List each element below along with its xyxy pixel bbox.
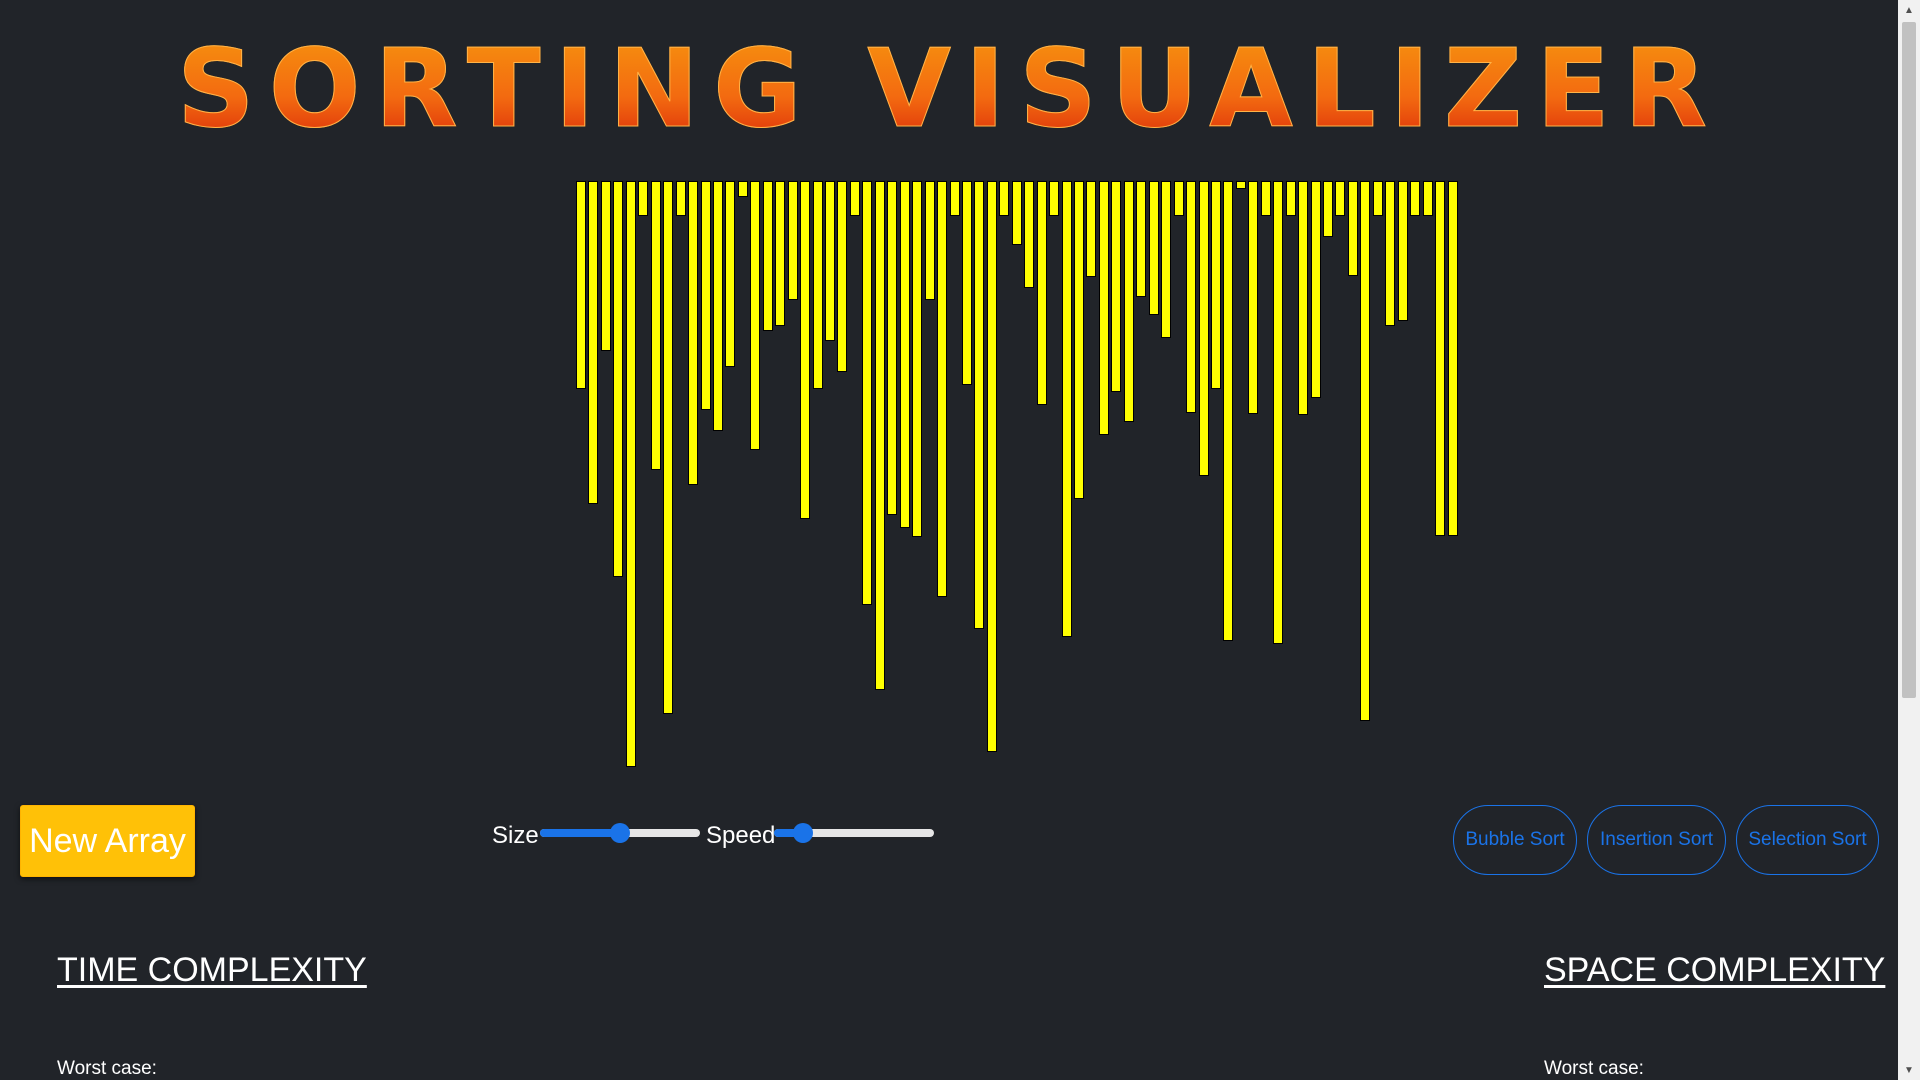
scroll-up-icon[interactable]: ▲ xyxy=(1898,0,1920,20)
array-bar xyxy=(974,181,984,629)
array-bar xyxy=(925,181,935,300)
array-bar xyxy=(825,181,835,341)
array-bar xyxy=(1186,181,1196,413)
array-bar xyxy=(1423,181,1433,216)
array-bar xyxy=(1136,181,1146,297)
array-bar xyxy=(663,181,673,714)
array-bar xyxy=(1261,181,1271,216)
bubble-sort-button[interactable]: Bubble Sort xyxy=(1453,805,1577,875)
array-bar xyxy=(937,181,947,597)
scroll-down-icon[interactable]: ▼ xyxy=(1898,1060,1920,1080)
array-bar xyxy=(1074,181,1084,499)
new-array-button[interactable]: New Array xyxy=(20,805,195,877)
array-bar xyxy=(837,181,847,372)
page-title: SORTING VISUALIZER xyxy=(0,20,1898,160)
array-bar xyxy=(1248,181,1258,414)
insertion-sort-button[interactable]: Insertion Sort xyxy=(1587,805,1726,875)
array-bar xyxy=(862,181,872,605)
array-bar xyxy=(1298,181,1308,415)
array-bar xyxy=(763,181,773,331)
speed-slider-thumb[interactable] xyxy=(792,823,813,843)
size-slider-thumb[interactable] xyxy=(610,823,630,843)
speed-label: Speed xyxy=(706,822,776,849)
page: SORTING VISUALIZER New Array Size Speed … xyxy=(0,0,1920,1080)
array-bar xyxy=(613,181,623,577)
array-bar xyxy=(1111,181,1121,392)
array-bar xyxy=(987,181,997,752)
array-bar xyxy=(1335,181,1345,216)
scroll-thumb[interactable] xyxy=(1902,22,1916,698)
space-worst-case-label: Worst case: xyxy=(1544,1058,1644,1079)
array-bar xyxy=(1311,181,1321,398)
array-bar xyxy=(638,181,648,216)
array-bar xyxy=(1049,181,1059,216)
array-bar xyxy=(1199,181,1209,476)
array-bar xyxy=(626,181,636,767)
array-bar xyxy=(887,181,897,515)
array-bar xyxy=(688,181,698,485)
array-bar xyxy=(1086,181,1096,277)
array-bar xyxy=(713,181,723,431)
array-bar xyxy=(738,181,748,197)
array-bar xyxy=(1037,181,1047,405)
array-bar xyxy=(1124,181,1134,422)
array-bar xyxy=(1149,181,1159,315)
array-bar xyxy=(1286,181,1296,216)
array-bar xyxy=(1410,181,1420,216)
array-bar xyxy=(950,181,960,216)
speed-slider[interactable] xyxy=(774,823,934,843)
array-bar xyxy=(1174,181,1184,216)
array-bar xyxy=(1448,181,1458,536)
array-bar xyxy=(1348,181,1358,276)
array-bar xyxy=(788,181,798,300)
array-bar xyxy=(1435,181,1445,536)
array-bar xyxy=(1211,181,1221,389)
array-bar xyxy=(676,181,686,216)
size-slider-fill xyxy=(540,829,620,837)
array-bar xyxy=(1373,181,1383,216)
array-bar xyxy=(850,181,860,216)
array-bar xyxy=(1161,181,1171,338)
array-bar xyxy=(900,181,910,528)
array-bar xyxy=(1236,181,1246,189)
array-bar xyxy=(962,181,972,385)
array-bar xyxy=(1012,181,1022,245)
array-bar xyxy=(750,181,760,450)
array-bar xyxy=(1024,181,1034,288)
array-bar xyxy=(588,181,598,504)
array-bar xyxy=(999,181,1009,216)
array-bar xyxy=(813,181,823,389)
array-bar xyxy=(1360,181,1370,721)
array-bar xyxy=(1223,181,1233,641)
page-scrollbar[interactable]: ▲ ▼ xyxy=(1898,0,1920,1080)
array-bar xyxy=(875,181,885,690)
array-bar xyxy=(1323,181,1333,237)
array-bars xyxy=(0,181,1898,791)
array-bar xyxy=(576,181,586,389)
space-complexity-heading: SPACE COMPLEXITY xyxy=(1544,951,1886,989)
array-bar xyxy=(800,181,810,519)
size-slider[interactable] xyxy=(540,823,700,843)
array-bar xyxy=(601,181,611,351)
array-bar xyxy=(1398,181,1408,321)
array-bar xyxy=(1273,181,1283,644)
array-bar xyxy=(651,181,661,470)
array-bar xyxy=(1385,181,1395,326)
array-bar xyxy=(912,181,922,537)
time-worst-case-label: Worst case: xyxy=(57,1058,157,1079)
array-bar xyxy=(1062,181,1072,637)
selection-sort-button[interactable]: Selection Sort xyxy=(1736,805,1879,875)
array-bar xyxy=(775,181,785,326)
array-bar xyxy=(725,181,735,367)
size-label: Size xyxy=(492,822,539,849)
array-bar xyxy=(1099,181,1109,435)
time-complexity-heading: TIME COMPLEXITY xyxy=(57,951,367,989)
array-bar xyxy=(701,181,711,410)
